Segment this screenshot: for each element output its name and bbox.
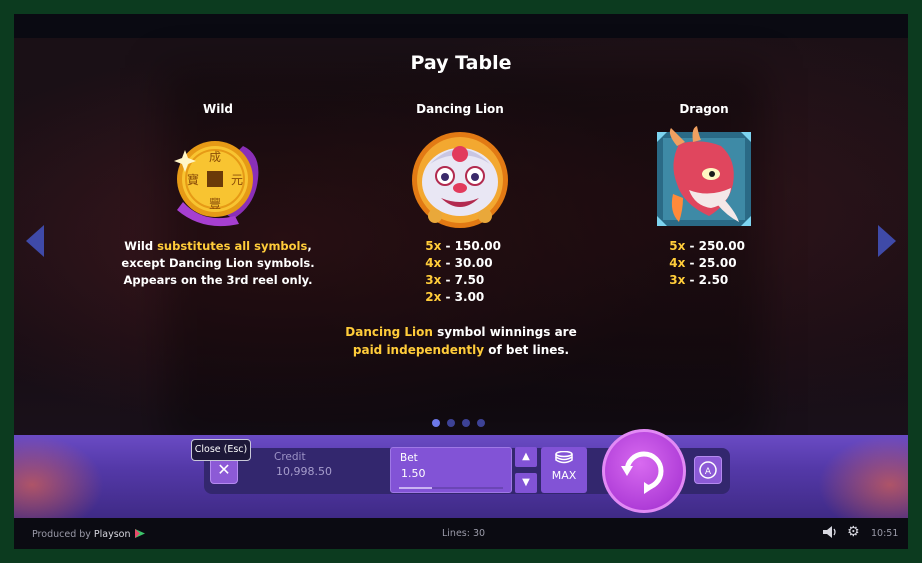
pay-multiplier: 5x xyxy=(425,239,442,253)
pay-multiplier: 3x xyxy=(425,273,442,287)
note-text-2: of bet lines. xyxy=(484,343,570,357)
pay-multiplier: 4x xyxy=(669,256,686,270)
wild-desc-line2: except Dancing Lion symbols. xyxy=(121,256,315,270)
game-frame: Pay Table Wild 成 豐 寶 元 Wild substitutes … xyxy=(14,14,908,549)
svg-text:元: 元 xyxy=(231,173,243,187)
lion-name: Dancing Lion xyxy=(416,102,504,116)
page-indicator xyxy=(432,419,485,427)
wild-description: Wild substitutes all symbols, except Dan… xyxy=(88,238,348,289)
max-bet-button[interactable]: MAX xyxy=(541,447,587,493)
coin-stack-icon xyxy=(541,450,587,468)
pay-multiplier: 5x xyxy=(669,239,686,253)
page-dot[interactable] xyxy=(432,419,440,427)
wild-column: Wild 成 豐 寶 元 Wild substitutes all symbol… xyxy=(88,102,348,289)
lion-note-line1: Dancing Lion symbol winnings are xyxy=(14,323,908,341)
golden-coin-icon: 成 豐 寶 元 xyxy=(163,124,273,234)
lion-pay-row: 4x - 30.00 xyxy=(330,255,590,272)
wild-desc-suffix: , xyxy=(307,239,312,253)
speaker-icon[interactable] xyxy=(822,525,838,542)
note-highlight-2: paid independently xyxy=(352,343,485,357)
dragon-pay-row: 5x - 250.00 xyxy=(574,238,834,255)
bar-glow-left xyxy=(14,435,104,518)
pay-value: 3.00 xyxy=(454,290,485,304)
dragon-icon xyxy=(649,124,759,234)
pay-multiplier: 2x xyxy=(425,290,442,304)
bar-glow-right xyxy=(818,435,908,518)
bet-level-bar xyxy=(399,487,503,489)
svg-text:豐: 豐 xyxy=(209,197,221,211)
lion-note: Dancing Lion symbol winnings are paid in… xyxy=(14,323,908,359)
settings-gear-icon[interactable]: ⚙ xyxy=(847,524,860,540)
bet-level-fill xyxy=(399,487,433,489)
note-text-1: symbol winnings are xyxy=(432,325,577,339)
svg-text:寶: 寶 xyxy=(187,172,199,187)
dragon-column: Dragon 5x - 250.00 4x - 25.00 3x - 2.50 xyxy=(574,102,834,289)
bet-increase-button[interactable]: ▲ xyxy=(515,447,537,467)
lion-column: Dancing Lion 5x - 150.00 4x - 30.00 3x -… xyxy=(330,102,590,306)
credit-label: Credit xyxy=(274,451,306,463)
bet-value: 1.50 xyxy=(401,467,426,480)
wild-desc-line3: Appears on the 3rd reel only. xyxy=(123,273,313,287)
max-label: MAX xyxy=(551,469,577,482)
clock-time: 10:51 xyxy=(871,528,899,539)
pay-value: 2.50 xyxy=(698,273,729,287)
playson-logo-icon xyxy=(134,528,146,542)
lines-count: Lines: 30 xyxy=(442,528,486,539)
pay-value: 30.00 xyxy=(454,256,493,270)
autoplay-button[interactable]: A xyxy=(694,456,722,484)
page-title: Pay Table xyxy=(410,52,512,74)
spin-button[interactable] xyxy=(602,429,686,513)
wild-desc-prefix: Wild xyxy=(124,239,158,253)
bet-box[interactable]: Bet 1.50 xyxy=(390,447,512,493)
credit-value: 10,998.50 xyxy=(276,465,332,478)
footer: Produced by Playson Lines: 30 ⚙ 10:51 xyxy=(14,518,908,549)
lion-pay-row: 3x - 7.50 xyxy=(330,272,590,289)
produced-by: Produced by Playson xyxy=(32,528,146,542)
lion-pay-row: 2x - 3.00 xyxy=(330,289,590,306)
bet-decrease-button[interactable]: ▼ xyxy=(515,473,537,493)
lion-pay-row: 5x - 150.00 xyxy=(330,238,590,255)
svg-text:A: A xyxy=(705,467,712,477)
next-page-arrow[interactable] xyxy=(878,225,896,257)
lion-paytable: 5x - 150.00 4x - 30.00 3x - 7.50 2x - 3.… xyxy=(330,238,590,306)
pay-multiplier: 3x xyxy=(669,273,686,287)
wild-name: Wild xyxy=(202,102,234,116)
pay-value: 7.50 xyxy=(454,273,485,287)
spin-arrows-icon xyxy=(621,451,664,494)
close-tooltip: Close (Esc) xyxy=(191,439,251,461)
dragon-pay-row: 3x - 2.50 xyxy=(574,272,834,289)
svg-text:成: 成 xyxy=(209,150,221,164)
dancing-lion-icon xyxy=(405,124,515,234)
prev-page-arrow[interactable] xyxy=(26,225,44,257)
produced-by-label: Produced by xyxy=(32,529,94,540)
note-highlight-1: Dancing Lion xyxy=(345,325,433,339)
page-dot[interactable] xyxy=(477,419,485,427)
wild-desc-highlight: substitutes all symbols xyxy=(157,239,308,253)
brand-name: Playson xyxy=(93,529,131,540)
autoplay-icon: A xyxy=(699,461,717,479)
pay-value: 250.00 xyxy=(698,239,745,253)
bet-label: Bet xyxy=(400,452,418,464)
dragon-paytable: 5x - 250.00 4x - 25.00 3x - 2.50 xyxy=(574,238,834,289)
dragon-pay-row: 4x - 25.00 xyxy=(574,255,834,272)
pay-multiplier: 4x xyxy=(425,256,442,270)
dragon-name: Dragon xyxy=(679,102,729,116)
pay-value: 25.00 xyxy=(698,256,737,270)
page-dot[interactable] xyxy=(462,419,470,427)
pay-value: 150.00 xyxy=(454,239,501,253)
page-dot[interactable] xyxy=(447,419,455,427)
lion-note-line2: paid independently of bet lines. xyxy=(14,341,908,359)
wild-desc-line1: Wild substitutes all symbols, xyxy=(88,238,348,255)
